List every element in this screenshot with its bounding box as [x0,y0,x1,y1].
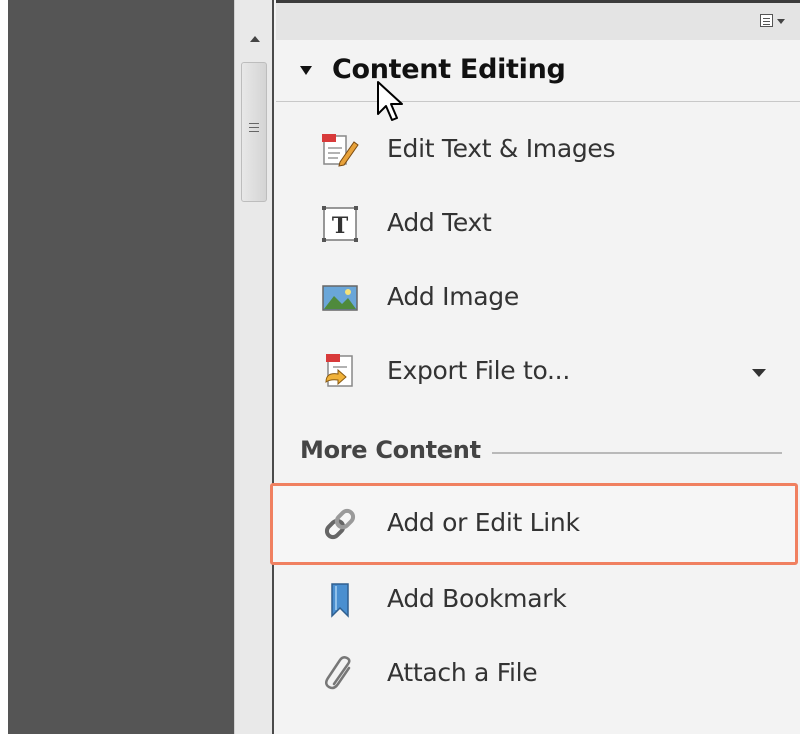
panel-options-menu-icon[interactable] [760,12,790,32]
tool-label: Add Image [387,282,519,311]
document-canvas[interactable] [8,0,234,734]
document-page-edge [0,0,8,734]
add-edit-link-tool[interactable]: Add or Edit Link [276,488,800,562]
divider [492,452,782,454]
scrollbar-thumb[interactable] [241,62,267,202]
link-icon [324,508,356,540]
tool-label: Add or Edit Link [387,508,580,537]
tool-label: Attach a File [387,658,538,687]
svg-text:T: T [332,213,349,239]
edit-text-images-icon [322,134,359,167]
add-image-icon [322,285,358,311]
section-title: Content Editing [332,54,566,85]
vertical-scrollbar[interactable] [234,0,274,734]
scroll-up-arrow-icon[interactable] [250,36,260,42]
more-content-subheader: More Content [276,426,800,476]
export-dropdown-arrow-icon[interactable] [752,369,766,377]
edit-text-images-tool[interactable]: Edit Text & Images [276,114,800,188]
subheader-label: More Content [300,436,481,464]
tool-label: Edit Text & Images [387,134,616,163]
panel-toolbar [276,0,800,40]
add-text-icon: T [322,206,358,242]
tool-label: Export File to... [387,356,570,385]
grip-line [249,127,259,128]
tools-panel: Content Editing Edit Text & Images T Add… [270,0,800,734]
mouse-cursor-icon [377,81,403,121]
collapse-triangle-icon[interactable] [300,66,312,75]
bookmark-icon [331,583,349,618]
add-text-tool[interactable]: T Add Text [276,188,800,262]
tool-label: Add Bookmark [387,584,567,613]
add-bookmark-tool[interactable]: Add Bookmark [276,564,800,638]
attach-file-tool[interactable]: Attach a File [276,638,800,712]
grip-line [249,123,259,124]
export-file-icon [325,354,353,387]
paperclip-icon [325,656,351,690]
content-editing-section-header[interactable]: Content Editing [276,40,800,102]
tool-label: Add Text [387,208,492,237]
grip-line [249,131,259,132]
export-file-tool[interactable]: Export File to... [276,336,800,410]
add-image-tool[interactable]: Add Image [276,262,800,336]
